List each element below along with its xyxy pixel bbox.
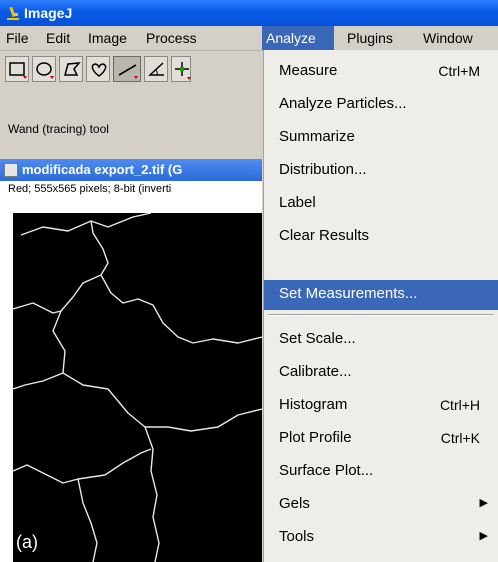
menu-item-surface-plot[interactable]: Surface Plot... — [264, 455, 498, 488]
menu-item-distribution[interactable]: Distribution... — [264, 154, 498, 187]
menu-item-shortcut: Ctrl+K — [440, 430, 480, 446]
menu-item-histogram[interactable]: Histogram Ctrl+H — [264, 389, 498, 422]
menu-item-shortcut: Ctrl+M — [438, 63, 480, 79]
menu-item-label: Set Measurements... — [279, 285, 418, 302]
menu-item-label: Plot Profile — [279, 429, 352, 446]
menu-item-label: Calibrate... — [279, 363, 352, 380]
window-title: ImageJ — [24, 5, 73, 21]
status-bar: Wand (tracing) tool — [0, 89, 262, 159]
title-bar: ImageJ — [0, 0, 498, 26]
menu-plugins[interactable]: Plugins — [343, 26, 397, 50]
polygon-tool[interactable] — [59, 56, 83, 82]
menu-item-set-measurements[interactable]: Set Measurements... — [264, 280, 498, 310]
menu-process[interactable]: Process — [142, 26, 201, 50]
menu-item-label: Clear Results — [279, 227, 370, 244]
menu-item-shortcut: Ctrl+H — [439, 397, 480, 413]
angle-tool-icon — [148, 62, 164, 76]
menu-item-label-tool[interactable]: Label — [264, 187, 498, 220]
status-text: Wand (tracing) tool — [8, 122, 109, 136]
menu-item-measure[interactable]: Measure Ctrl+M — [264, 55, 498, 88]
menu-bar: File Edit Image Process Analyze Plugins … — [0, 26, 498, 51]
menu-window[interactable]: Window — [419, 26, 477, 50]
menu-item-analyze-particles[interactable]: Analyze Particles... — [264, 88, 498, 121]
menu-item-set-scale[interactable]: Set Scale... — [264, 323, 498, 356]
microscope-icon — [7, 6, 19, 20]
menu-item-label: Histogram — [279, 396, 348, 413]
image-info: Red; 555x565 pixels; 8-bit (inverti — [8, 183, 172, 195]
menu-item-tools[interactable]: Tools ▶ — [264, 521, 498, 554]
menu-separator — [268, 314, 494, 316]
image-window-title-bar[interactable]: modificada export_2.tif (G — [0, 159, 262, 181]
menu-file[interactable]: File — [2, 26, 33, 50]
line-tool[interactable] — [113, 56, 141, 82]
menu-analyze[interactable]: Analyze — [262, 26, 334, 50]
toolbar — [0, 51, 262, 89]
menu-item-label: Gels — [279, 495, 310, 512]
oval-tool-icon — [36, 62, 54, 79]
figure-caption: (a) — [16, 532, 38, 552]
menu-image[interactable]: Image — [84, 26, 131, 50]
menu-item-label: Label — [279, 194, 316, 211]
menu-item-clear-results[interactable]: Clear Results — [264, 220, 498, 253]
oval-tool[interactable] — [32, 56, 56, 82]
polygon-tool-icon — [64, 62, 81, 76]
menu-item-plot-profile[interactable]: Plot Profile Ctrl+K — [264, 422, 498, 455]
submenu-arrow-icon: ▶ — [479, 530, 488, 542]
menu-item-label: Measure — [279, 62, 338, 79]
point-tool-icon — [175, 62, 191, 80]
image-window-title: modificada export_2.tif (G — [22, 162, 183, 177]
image-canvas[interactable] — [13, 213, 262, 562]
menu-item-label: Tools — [279, 528, 315, 545]
rectangle-tool-icon — [9, 62, 27, 79]
menu-item-label: Distribution... — [279, 161, 367, 178]
menu-item-label: Analyze Particles... — [279, 95, 407, 112]
menu-edit[interactable]: Edit — [42, 26, 74, 50]
menu-item-calibrate[interactable]: Calibrate... — [264, 356, 498, 389]
angle-tool[interactable] — [144, 56, 168, 82]
menu-item-label: Surface Plot... — [279, 462, 374, 479]
submenu-arrow-icon: ▶ — [479, 497, 488, 509]
rectangle-tool[interactable] — [5, 56, 29, 82]
menu-item-label: Set Scale... — [279, 330, 356, 347]
freehand-tool[interactable] — [86, 56, 110, 82]
grain-boundary-image — [13, 213, 262, 562]
line-tool-icon — [118, 64, 138, 79]
analyze-menu: Measure Ctrl+M Analyze Particles... Summ… — [263, 50, 498, 562]
menu-item-label: Summarize — [279, 128, 355, 145]
menu-item-gels[interactable]: Gels ▶ — [264, 488, 498, 521]
image-window-icon — [4, 163, 18, 177]
menu-item-summarize[interactable]: Summarize — [264, 121, 498, 154]
freehand-tool-icon — [91, 63, 107, 77]
point-tool[interactable] — [171, 56, 191, 82]
